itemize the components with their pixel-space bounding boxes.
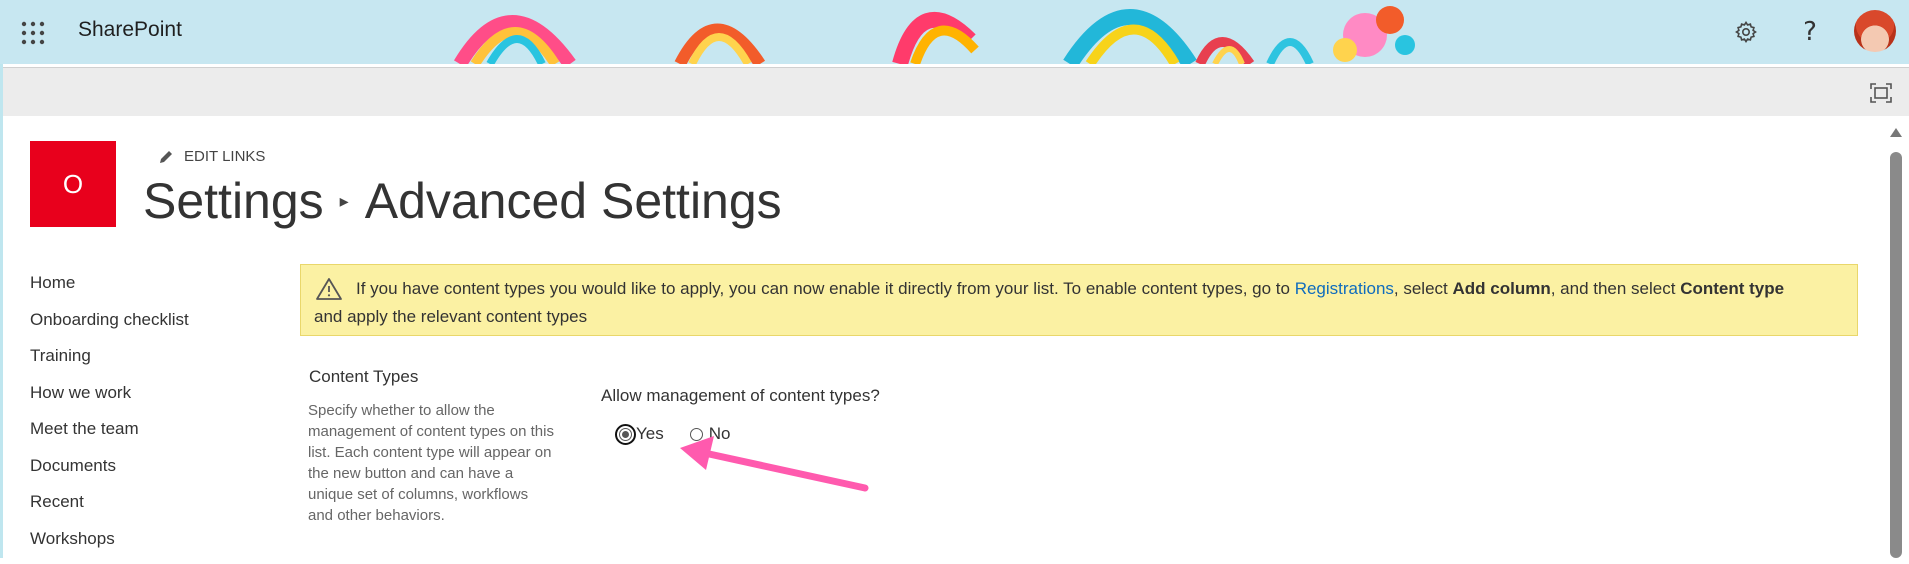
breadcrumb-settings[interactable]: Settings <box>143 172 324 230</box>
app-launcher-icon[interactable] <box>20 20 46 46</box>
breadcrumb-advanced-settings: Advanced Settings <box>365 172 782 230</box>
banner-text-before-link: If you have content types you would like… <box>356 279 1295 298</box>
focus-mode-icon[interactable] <box>1869 82 1893 104</box>
nav-item-training[interactable]: Training <box>30 345 189 382</box>
allow-management-question: Allow management of content types? <box>601 386 880 406</box>
app-name[interactable]: SharePoint <box>78 18 182 42</box>
nav-item-workshops[interactable]: Workshops <box>30 528 189 564</box>
left-navigation: Home Onboarding checklist Training How w… <box>30 272 189 564</box>
banner-line-1: If you have content types you would like… <box>356 275 1784 303</box>
breadcrumb-separator-icon: ▸ <box>340 191 349 212</box>
suite-bar: SharePoint ? <box>0 0 1909 64</box>
site-logo[interactable]: O <box>30 141 116 227</box>
nav-item-home[interactable]: Home <box>30 272 189 309</box>
left-frame-border <box>0 64 3 558</box>
ribbon-bar <box>3 67 1909 116</box>
banner-text-mid: , and then select <box>1551 279 1680 298</box>
content-types-warning-banner: If you have content types you would like… <box>300 264 1858 336</box>
edit-links-label: EDIT LINKS <box>184 148 265 165</box>
scroll-up-arrow[interactable] <box>1890 128 1902 137</box>
pink-annotation-arrow-icon <box>670 430 870 500</box>
rainbow-theme-banner <box>430 0 1490 64</box>
radio-yes-label: Yes <box>636 424 664 444</box>
radio-yes-indicator[interactable] <box>619 428 632 441</box>
content-types-section-title: Content Types <box>309 367 418 387</box>
banner-bold-content-type: Content type <box>1680 279 1784 298</box>
banner-bold-add-column: Add column <box>1453 279 1551 298</box>
warning-icon <box>315 277 343 301</box>
page-title: Settings ▸ Advanced Settings <box>143 172 782 230</box>
nav-item-meet-the-team[interactable]: Meet the team <box>30 418 189 455</box>
user-avatar[interactable] <box>1854 10 1896 52</box>
help-icon[interactable]: ? <box>1794 16 1826 48</box>
nav-item-onboarding-checklist[interactable]: Onboarding checklist <box>30 309 189 346</box>
settings-gear-icon[interactable] <box>1730 16 1762 48</box>
registrations-link[interactable]: Registrations <box>1295 279 1394 298</box>
nav-item-documents[interactable]: Documents <box>30 455 189 492</box>
content-types-description: Specify whether to allow the management … <box>308 400 554 526</box>
pencil-icon <box>158 149 174 165</box>
banner-text-after-link: , select <box>1394 279 1453 298</box>
scrollbar-thumb[interactable] <box>1890 152 1902 558</box>
radio-yes[interactable]: Yes <box>619 424 664 444</box>
banner-line-2: and apply the relevant content types <box>314 303 587 331</box>
edit-links-button[interactable]: EDIT LINKS <box>158 148 265 165</box>
nav-item-how-we-work[interactable]: How we work <box>30 382 189 419</box>
nav-item-recent[interactable]: Recent <box>30 491 189 528</box>
site-logo-letter: O <box>63 169 83 200</box>
